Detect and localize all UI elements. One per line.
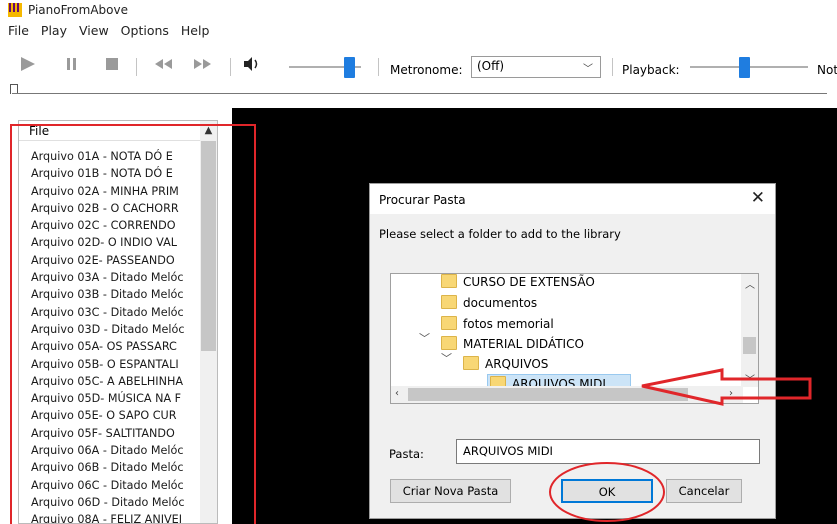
- note-label: Not: [817, 63, 837, 77]
- volume-icon[interactable]: [243, 56, 261, 72]
- menu-file[interactable]: File: [2, 22, 35, 40]
- playback-label: Playback:: [622, 63, 680, 77]
- folder-icon: [441, 336, 457, 350]
- toolbar-divider: [136, 58, 137, 76]
- toolbar: Metronome: (Off) ﹀ Playback: Not: [0, 44, 837, 84]
- dialog-titlebar: Procurar Pasta ✕: [370, 184, 775, 214]
- chevron-down-icon[interactable]: ﹀: [441, 350, 452, 366]
- menu-bar: File Play View Options Help: [2, 22, 215, 40]
- window-title: PianoFromAbove: [28, 3, 128, 17]
- scroll-left-icon[interactable]: ‹: [395, 388, 399, 399]
- volume-slider-thumb[interactable]: [344, 57, 355, 78]
- red-arrow-annotation: [641, 368, 812, 406]
- folder-icon: [441, 274, 457, 288]
- piano-app-icon: [8, 3, 22, 17]
- new-folder-button[interactable]: Criar Nova Pasta: [390, 479, 511, 503]
- chevron-down-icon[interactable]: ﹀: [419, 330, 430, 346]
- toolbar-divider: [378, 58, 379, 76]
- playback-slider-thumb[interactable]: [739, 57, 750, 78]
- tree-item[interactable]: CURSO DE EXTENSÃO: [441, 274, 741, 292]
- red-highlight-rectangle: [10, 124, 256, 524]
- dialog-title: Procurar Pasta: [379, 193, 466, 207]
- menu-options[interactable]: Options: [115, 22, 175, 40]
- folder-icon: [441, 295, 457, 309]
- metronome-label: Metronome:: [390, 63, 463, 77]
- dialog-instruction: Please select a folder to add to the lib…: [379, 227, 621, 241]
- pause-icon[interactable]: [64, 56, 80, 72]
- menu-help[interactable]: Help: [175, 22, 216, 40]
- cancel-button[interactable]: Cancelar: [666, 479, 742, 503]
- stop-icon[interactable]: [104, 56, 120, 72]
- folder-icon: [463, 356, 479, 370]
- rewind-icon[interactable]: [152, 56, 174, 72]
- tree-item[interactable]: fotos memorial: [441, 314, 741, 334]
- menu-play[interactable]: Play: [35, 22, 73, 40]
- play-icon[interactable]: [20, 56, 36, 72]
- red-circle-annotation: [549, 462, 665, 522]
- chevron-down-icon: ﹀: [583, 64, 593, 75]
- menu-view[interactable]: View: [73, 22, 115, 40]
- fast-forward-icon[interactable]: [192, 56, 214, 72]
- toolbar-divider: [612, 58, 613, 76]
- tree-item[interactable]: MATERIAL DIDÁTICO: [441, 334, 741, 354]
- metronome-value: (Off): [477, 59, 505, 73]
- scroll-up-icon[interactable]: ︿: [745, 276, 755, 291]
- metronome-dropdown[interactable]: (Off) ﹀: [471, 56, 601, 78]
- toolbar-divider: [230, 58, 231, 76]
- tree-item[interactable]: documentos: [441, 293, 741, 313]
- scrollbar-thumb[interactable]: [743, 337, 756, 354]
- folder-icon: [441, 316, 457, 330]
- position-line: [12, 93, 827, 94]
- close-icon[interactable]: ✕: [751, 188, 765, 208]
- folder-field-label: Pasta:: [389, 447, 424, 461]
